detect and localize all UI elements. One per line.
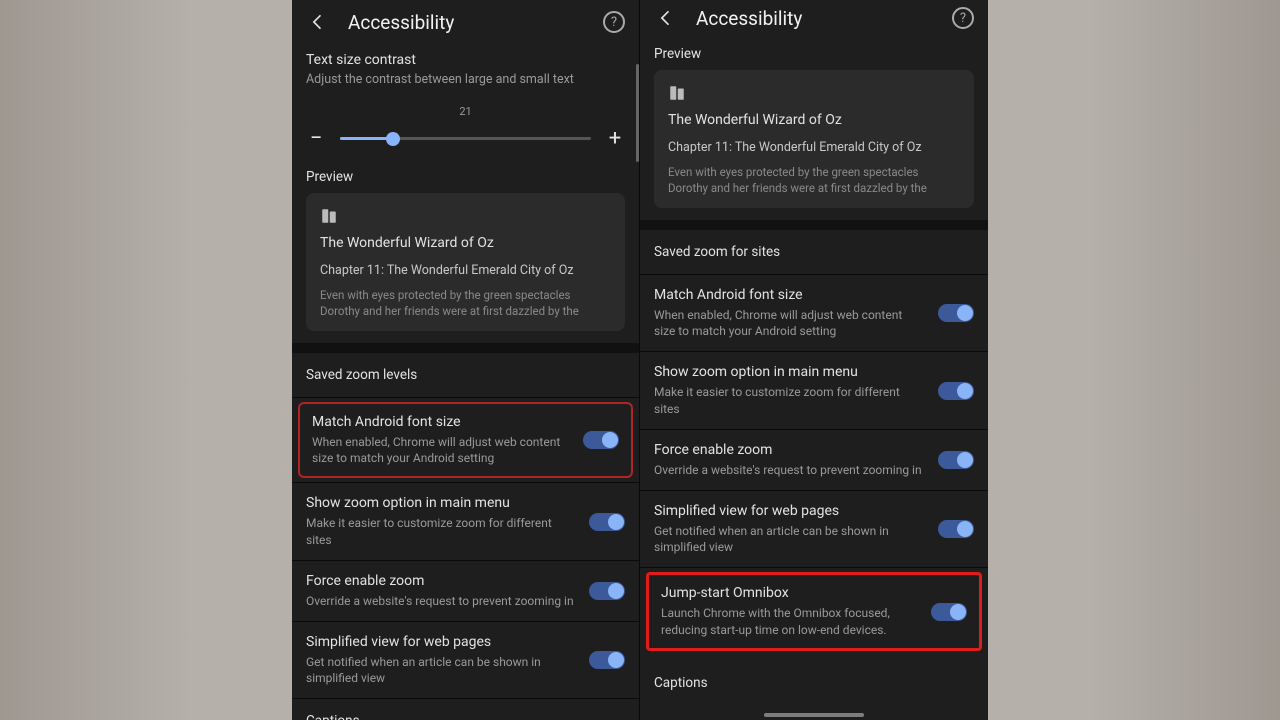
setting-force-zoom[interactable]: Force enable zoom Override a website's r… [292,561,639,621]
highlighted-row-jumpstart: Jump-start Omnibox Launch Chrome with th… [646,572,982,650]
toggle-force-zoom[interactable] [589,582,625,600]
setting-title: Match Android font size [312,414,569,430]
header: Accessibility ? [640,0,988,36]
page-title: Accessibility [696,7,952,30]
setting-title: Jump-start Omnibox [661,585,917,601]
setting-desc: Get notified when an article can be show… [654,523,924,555]
setting-desc: Launch Chrome with the Omnibox focused, … [661,605,917,637]
preview-body: Even with eyes protected by the green sp… [320,288,611,319]
text-size-slider: − + [292,118,639,159]
toggle-show-zoom[interactable] [589,513,625,531]
preview-card: The Wonderful Wizard of Oz Chapter 11: T… [306,193,625,331]
setting-title: Simplified view for web pages [306,634,575,650]
preview-card: The Wonderful Wizard of Oz Chapter 11: T… [654,70,974,208]
setting-title: Simplified view for web pages [654,503,924,519]
slider-track[interactable] [340,137,591,140]
setting-title: Show zoom option in main menu [654,364,924,380]
book-icon [668,84,686,102]
setting-simplified[interactable]: Simplified view for web pages Get notifi… [292,622,639,698]
toggle-force-zoom[interactable] [938,451,974,469]
help-icon[interactable]: ? [952,7,974,29]
screenshot-pair: Accessibility ? Text size contrast Adjus… [292,0,988,720]
saved-zoom-label[interactable]: Saved zoom for sites [640,230,988,274]
setting-desc: Override a website's request to prevent … [654,462,924,478]
setting-title: Force enable zoom [306,573,575,589]
setting-desc: Make it easier to customize zoom for dif… [654,384,924,416]
phone-right: Accessibility ? Preview The Wonderful Wi… [640,0,988,720]
setting-desc: When enabled, Chrome will adjust web con… [654,307,924,339]
page-title: Accessibility [348,11,603,34]
slider-value: 21 [292,105,639,118]
preview-title: The Wonderful Wizard of Oz [320,235,611,251]
setting-force-zoom[interactable]: Force enable zoom Override a website's r… [640,430,988,490]
nav-handle[interactable] [764,713,864,717]
preview-chapter: Chapter 11: The Wonderful Emerald City o… [668,140,960,155]
setting-match-android-font[interactable]: Match Android font size When enabled, Ch… [308,414,623,466]
back-arrow-icon[interactable] [654,6,678,30]
setting-show-zoom[interactable]: Show zoom option in main menu Make it ea… [292,483,639,559]
phone-left: Accessibility ? Text size contrast Adjus… [292,0,640,720]
toggle-show-zoom[interactable] [938,382,974,400]
setting-show-zoom[interactable]: Show zoom option in main menu Make it ea… [640,352,988,428]
setting-title: Force enable zoom [654,442,924,458]
preview-label: Preview [292,159,639,193]
toggle-match-font[interactable] [583,431,619,449]
saved-zoom-label[interactable]: Saved zoom levels [292,353,639,397]
captions-label[interactable]: Captions [292,699,639,720]
book-icon [320,207,338,225]
setting-desc: Get notified when an article can be show… [306,654,575,686]
scrollbar-indicator [636,64,639,162]
setting-desc: When enabled, Chrome will adjust web con… [312,434,569,466]
header: Accessibility ? [292,0,639,42]
slider-thumb[interactable] [386,132,400,146]
text-size-label: Text size contrast [306,52,625,68]
toggle-simplified[interactable] [589,651,625,669]
toggle-jumpstart[interactable] [931,603,967,621]
setting-desc: Make it easier to customize zoom for dif… [306,515,575,547]
preview-chapter: Chapter 11: The Wonderful Emerald City o… [320,263,611,278]
toggle-simplified[interactable] [938,520,974,538]
help-icon[interactable]: ? [603,11,625,33]
back-arrow-icon[interactable] [306,10,330,34]
captions-label[interactable]: Captions [640,661,988,705]
highlighted-row-match-font: Match Android font size When enabled, Ch… [298,402,633,478]
setting-desc: Override a website's request to prevent … [306,593,575,609]
toggle-match-font[interactable] [938,304,974,322]
setting-simplified[interactable]: Simplified view for web pages Get notifi… [640,491,988,567]
preview-title: The Wonderful Wizard of Oz [668,112,960,128]
increase-button[interactable]: + [605,126,625,151]
setting-title: Show zoom option in main menu [306,495,575,511]
preview-body: Even with eyes protected by the green sp… [668,165,960,196]
decrease-button[interactable]: − [306,126,326,151]
setting-match-android-font[interactable]: Match Android font size When enabled, Ch… [640,275,988,351]
preview-label: Preview [640,36,988,70]
setting-jumpstart-omnibox[interactable]: Jump-start Omnibox Launch Chrome with th… [657,585,971,637]
text-size-desc: Adjust the contrast between large and sm… [306,72,625,87]
setting-title: Match Android font size [654,287,924,303]
